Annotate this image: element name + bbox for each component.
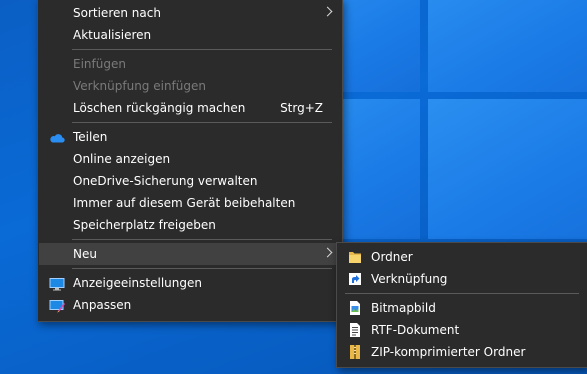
wallpaper-pane-bottom-right [428, 99, 587, 239]
new-submenu: Ordner Verknüpfung Bitmapbild RTF-Dokume… [336, 242, 587, 368]
menu-item-label: Löschen rückgängig machen [73, 101, 246, 115]
menu-item-undo-delete[interactable]: Löschen rückgängig machen Strg+Z [39, 97, 341, 119]
menu-item-label: Neu [73, 247, 97, 261]
submenu-item-bitmap[interactable]: Bitmapbild [338, 297, 586, 319]
menu-item-display-settings[interactable]: Anzeigeeinstellungen [39, 272, 341, 294]
menu-item-refresh[interactable]: Aktualisieren [39, 24, 341, 46]
menu-item-label: Teilen [73, 130, 108, 144]
menu-separator [72, 268, 332, 269]
menu-item-label: Speicherplatz freigeben [73, 218, 216, 232]
paintbrush-icon [49, 298, 65, 313]
desktop[interactable]: Sortieren nach Aktualisieren Einfügen Ve… [0, 0, 587, 374]
menu-separator [72, 122, 332, 123]
menu-separator [345, 293, 579, 294]
menu-item-label: Online anzeigen [73, 152, 171, 166]
menu-item-view-online[interactable]: Online anzeigen [39, 148, 341, 170]
onedrive-cloud-icon [49, 130, 65, 144]
menu-item-label: OneDrive-Sicherung verwalten [73, 174, 258, 188]
menu-item-manage-backup[interactable]: OneDrive-Sicherung verwalten [39, 170, 341, 192]
menu-item-new[interactable]: Neu [39, 243, 341, 265]
submenu-item-shortcut[interactable]: Verknüpfung [338, 268, 586, 290]
menu-item-label: Verknüpfung einfügen [73, 79, 206, 93]
submenu-item-zip[interactable]: ZIP-komprimierter Ordner [338, 341, 586, 363]
menu-separator [72, 49, 332, 50]
menu-item-label: Bitmapbild [371, 301, 436, 315]
desktop-context-menu: Sortieren nach Aktualisieren Einfügen Ve… [37, 0, 343, 322]
keyboard-shortcut: Strg+Z [280, 101, 323, 115]
menu-item-label: Einfügen [73, 57, 126, 71]
display-icon [49, 276, 65, 291]
menu-item-sort-by[interactable]: Sortieren nach [39, 2, 341, 24]
menu-item-always-keep[interactable]: Immer auf diesem Gerät beibehalten [39, 192, 341, 214]
chevron-right-icon [322, 247, 333, 258]
menu-item-label: Ordner [371, 250, 413, 264]
menu-item-label: Sortieren nach [73, 6, 161, 20]
folder-icon [348, 249, 362, 265]
menu-item-free-space[interactable]: Speicherplatz freigeben [39, 214, 341, 236]
menu-item-label: Immer auf diesem Gerät beibehalten [73, 196, 296, 210]
menu-item-personalize[interactable]: Anpassen [39, 294, 341, 316]
submenu-item-rtf[interactable]: RTF-Dokument [338, 319, 586, 341]
menu-item-label: Verknüpfung [371, 272, 448, 286]
rtf-document-icon [348, 322, 362, 338]
menu-item-label: Aktualisieren [73, 28, 152, 42]
menu-item-share[interactable]: Teilen [39, 126, 341, 148]
bitmap-icon [348, 300, 362, 316]
menu-separator [72, 239, 332, 240]
menu-item-label: Anzeigeeinstellungen [73, 276, 202, 290]
shortcut-icon [348, 271, 362, 287]
chevron-right-icon [322, 6, 333, 17]
submenu-item-folder[interactable]: Ordner [338, 246, 586, 268]
wallpaper-pane-top-right [428, 0, 587, 92]
menu-item-label: RTF-Dokument [371, 323, 460, 337]
menu-item-label: ZIP-komprimierter Ordner [371, 345, 526, 359]
menu-item-paste-shortcut: Verknüpfung einfügen [39, 75, 341, 97]
zip-folder-icon [348, 344, 362, 360]
menu-item-paste: Einfügen [39, 53, 341, 75]
menu-item-label: Anpassen [73, 298, 132, 312]
